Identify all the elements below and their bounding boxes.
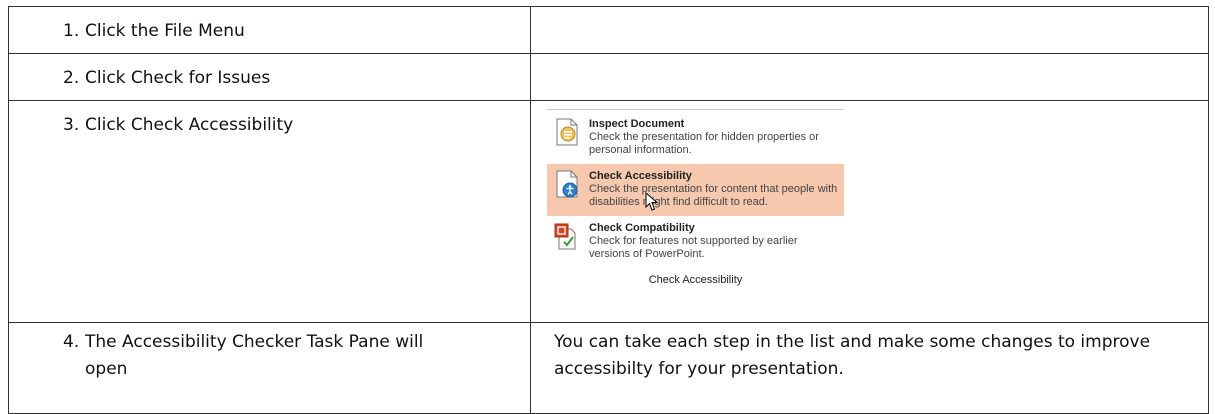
- step-cell: 2. Click Check for Issues: [8, 53, 531, 101]
- empty-cell: [530, 6, 1209, 54]
- step-note: You can take each step in the list and m…: [554, 332, 1151, 379]
- step-item: 2. Click Check for Issues: [9, 54, 530, 92]
- menu-item-description: Check the presentation for hidden proper…: [589, 131, 819, 156]
- table-row: 2. Click Check for Issues: [8, 53, 1209, 101]
- step-cell: 1. Click the File Menu: [8, 6, 531, 54]
- note-cell: You can take each step in the list and m…: [530, 322, 1209, 414]
- menu-item-check-accessibility[interactable]: Check Accessibility Check the presentati…: [547, 164, 844, 216]
- step-number: 4.: [63, 332, 80, 352]
- mouse-pointer-icon: [645, 192, 659, 211]
- inspect-document-icon: [556, 118, 578, 146]
- menu-item-check-compatibility[interactable]: Check Compatibility Check for features n…: [547, 216, 844, 268]
- step-item: 4. The Accessibility Checker Task Pane w…: [9, 323, 530, 383]
- screenshot-caption: Check Accessibility: [648, 274, 743, 286]
- step-text: Click the File Menu: [85, 21, 245, 41]
- check-for-issues-menu-screenshot: Inspect Document Check the presentation …: [547, 109, 844, 286]
- menu-item-title: Check Accessibility: [589, 170, 692, 182]
- step-cell: 4. The Accessibility Checker Task Pane w…: [8, 322, 531, 414]
- step-item: 1. Click the File Menu: [9, 7, 530, 45]
- step-number: 3.: [63, 115, 80, 135]
- menu-item-description: Check for features not supported by earl…: [589, 235, 798, 260]
- step-number: 2.: [63, 68, 80, 88]
- step-number: 1.: [63, 21, 80, 41]
- empty-cell: [530, 53, 1209, 101]
- menu-item-description: Check the presentation for content that …: [589, 183, 838, 208]
- check-accessibility-icon: [556, 170, 578, 198]
- step-text: Click Check for Issues: [85, 68, 271, 88]
- check-compatibility-icon: [554, 223, 576, 250]
- table-row: 4. The Accessibility Checker Task Pane w…: [8, 322, 1209, 414]
- screenshot-cell: Inspect Document Check the presentation …: [530, 100, 1209, 323]
- table-row: 1. Click the File Menu: [8, 6, 1209, 54]
- step-text: The Accessibility Checker Task Pane will…: [85, 332, 424, 379]
- table-row: 3. Click Check Accessibility Inspect Doc…: [8, 100, 1209, 323]
- menu-item-title: Inspect Document: [589, 118, 685, 130]
- step-cell: 3. Click Check Accessibility: [8, 100, 531, 323]
- menu-item-inspect-document[interactable]: Inspect Document Check the presentation …: [547, 112, 844, 164]
- step-text: Click Check Accessibility: [85, 115, 294, 135]
- instructions-table: 1. Click the File Menu 2. Click Check fo…: [8, 6, 1209, 414]
- menu-item-title: Check Compatibility: [589, 222, 695, 234]
- step-item: 3. Click Check Accessibility: [9, 101, 530, 139]
